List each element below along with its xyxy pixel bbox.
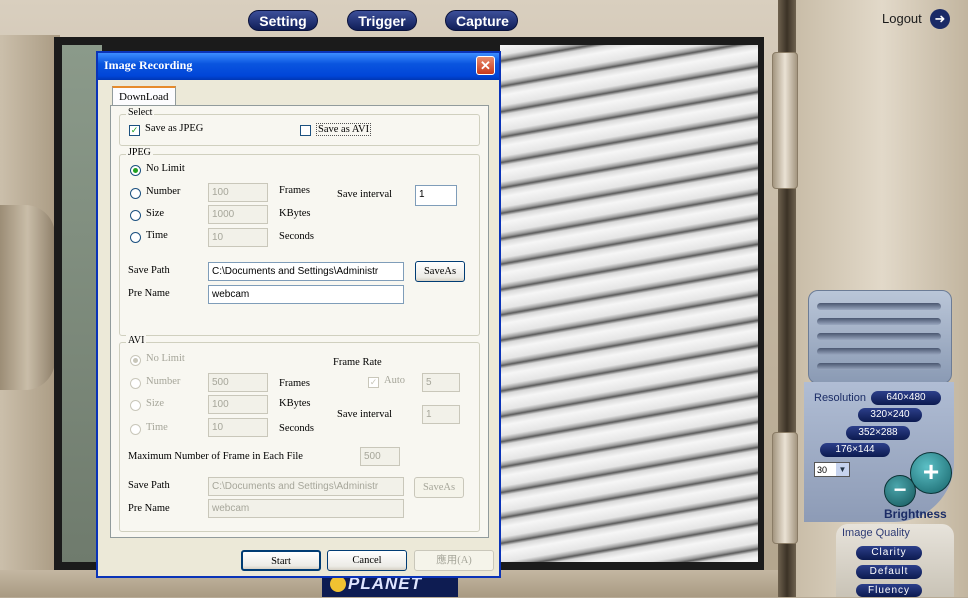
quality-fluency-button[interactable]: Fluency xyxy=(856,584,922,597)
jpeg-size-label: Size xyxy=(146,208,165,219)
jpeg-no-limit-label: No Limit xyxy=(146,163,185,174)
cancel-button[interactable]: Cancel xyxy=(327,550,407,571)
image-recording-dialog: Image Recording ✕ DownLoad Select ✓ Save… xyxy=(96,51,501,578)
jpeg-size-radio[interactable] xyxy=(130,210,141,221)
avi-pre-name-label: Pre Name xyxy=(128,503,170,514)
jpeg-save-interval-input[interactable]: 1 xyxy=(415,185,457,206)
save-jpeg-checkbox[interactable]: ✓ xyxy=(129,125,140,136)
chevron-down-icon[interactable]: ▼ xyxy=(836,463,849,476)
avi-auto-label: Auto xyxy=(384,375,405,386)
resolution-320x240-button[interactable]: 320×240 xyxy=(858,408,922,422)
grille-bar xyxy=(817,348,941,355)
nav-capture-button[interactable]: Capture xyxy=(445,10,518,31)
jpeg-save-interval-label: Save interval xyxy=(337,189,393,200)
resolution-352x288-button[interactable]: 352×288 xyxy=(846,426,910,440)
avi-size-input[interactable]: 100 xyxy=(208,395,268,414)
avi-pre-name-input[interactable]: webcam xyxy=(208,499,404,518)
save-avi-checkbox[interactable] xyxy=(300,125,311,136)
quality-clarity-button[interactable]: Clarity xyxy=(856,546,922,560)
dialog-title: Image Recording xyxy=(104,58,193,72)
avi-group-label: AVI xyxy=(126,335,147,346)
avi-save-interval-input[interactable]: 1 xyxy=(422,405,460,424)
speaker-grille xyxy=(808,290,952,384)
jpeg-kbytes-label: KBytes xyxy=(279,208,311,219)
jpeg-seconds-label: Seconds xyxy=(279,231,314,242)
select-group-label: Select xyxy=(126,107,155,118)
apply-button[interactable]: 應用(A) xyxy=(414,550,494,571)
planet-logo-icon xyxy=(330,576,346,592)
start-button[interactable]: Start xyxy=(241,550,321,571)
close-icon[interactable]: ✕ xyxy=(476,56,495,75)
frame-left-knob xyxy=(0,205,55,390)
tab-download[interactable]: DownLoad xyxy=(112,86,176,106)
jpeg-pre-name-input[interactable]: webcam xyxy=(208,285,404,304)
jpeg-time-radio[interactable] xyxy=(130,232,141,243)
jpeg-frames-label: Frames xyxy=(279,185,310,196)
dialog-client: DownLoad Select ✓ Save as JPEG Save as A… xyxy=(98,80,499,576)
hinge-bottom xyxy=(772,432,798,544)
save-avi-label: Save as AVI xyxy=(316,123,372,136)
dialog-titlebar[interactable]: Image Recording ✕ xyxy=(98,53,499,80)
download-tab-panel: Select ✓ Save as JPEG Save as AVI JPEG N… xyxy=(110,105,489,538)
select-group: Select ✓ Save as JPEG Save as AVI xyxy=(119,107,480,146)
jpeg-saveas-button[interactable]: SaveAs xyxy=(415,261,465,282)
brightness-plus-button[interactable]: + xyxy=(910,452,952,494)
jpeg-pre-name-label: Pre Name xyxy=(128,288,170,299)
brightness-label: Brightness xyxy=(884,507,947,521)
grille-bar xyxy=(817,318,941,325)
jpeg-number-label: Number xyxy=(146,186,181,197)
jpeg-save-path-label: Save Path xyxy=(128,265,170,276)
image-quality-label: Image Quality xyxy=(842,527,910,539)
logout-icon[interactable]: ➜ xyxy=(930,9,950,29)
avi-size-label: Size xyxy=(146,398,165,409)
grille-bar xyxy=(817,363,941,370)
avi-frame-rate-label: Frame Rate xyxy=(333,357,382,368)
nav-trigger-button[interactable]: Trigger xyxy=(347,10,417,31)
avi-number-radio[interactable] xyxy=(130,378,141,389)
avi-time-label: Time xyxy=(146,422,168,433)
avi-max-frames-label: Maximum Number of Frame in Each File xyxy=(128,451,303,462)
jpeg-save-path-input[interactable]: C:\Documents and Settings\Administr xyxy=(208,262,404,281)
jpeg-group: JPEG No Limit Number 100 Frames Save int… xyxy=(119,147,480,336)
jpeg-number-input[interactable]: 100 xyxy=(208,183,268,202)
avi-auto-checkbox[interactable]: ✓ xyxy=(368,377,379,388)
grille-bar xyxy=(817,333,941,340)
avi-auto-input[interactable]: 5 xyxy=(422,373,460,392)
resolution-176x144-button[interactable]: 176×144 xyxy=(820,443,890,457)
jpeg-group-label: JPEG xyxy=(126,147,153,158)
avi-size-radio[interactable] xyxy=(130,400,141,411)
resolution-label: Resolution xyxy=(814,392,866,404)
avi-kbytes-label: KBytes xyxy=(279,398,311,409)
avi-max-frames-input[interactable]: 500 xyxy=(360,447,400,466)
jpeg-time-input[interactable]: 10 xyxy=(208,228,268,247)
grille-bar xyxy=(817,303,941,310)
camera-image xyxy=(500,45,758,562)
avi-number-label: Number xyxy=(146,376,181,387)
nav-setting-button[interactable]: Setting xyxy=(248,10,318,31)
jpeg-number-radio[interactable] xyxy=(130,188,141,199)
avi-no-limit-radio[interactable] xyxy=(130,355,141,366)
avi-time-radio[interactable] xyxy=(130,424,141,435)
avi-frames-label: Frames xyxy=(279,378,310,389)
avi-group: AVI No Limit Frame Rate Number 500 Frame… xyxy=(119,335,480,532)
logout-link[interactable]: Logout xyxy=(882,11,922,26)
resolution-640x480-button[interactable]: 640×480 xyxy=(871,391,941,405)
jpeg-time-label: Time xyxy=(146,230,168,241)
jpeg-no-limit-radio[interactable] xyxy=(130,165,141,176)
avi-number-input[interactable]: 500 xyxy=(208,373,268,392)
avi-save-interval-label: Save interval xyxy=(337,409,393,420)
jpeg-size-input[interactable]: 1000 xyxy=(208,205,268,224)
save-jpeg-label: Save as JPEG xyxy=(145,123,204,134)
avi-no-limit-label: No Limit xyxy=(146,353,185,364)
avi-saveas-button[interactable]: SaveAs xyxy=(414,477,464,498)
avi-save-path-input[interactable]: C:\Documents and Settings\Administr xyxy=(208,477,404,496)
avi-seconds-label: Seconds xyxy=(279,423,314,434)
avi-time-input[interactable]: 10 xyxy=(208,418,268,437)
quality-default-button[interactable]: Default xyxy=(856,565,922,579)
hinge-top xyxy=(772,52,798,189)
avi-save-path-label: Save Path xyxy=(128,480,170,491)
